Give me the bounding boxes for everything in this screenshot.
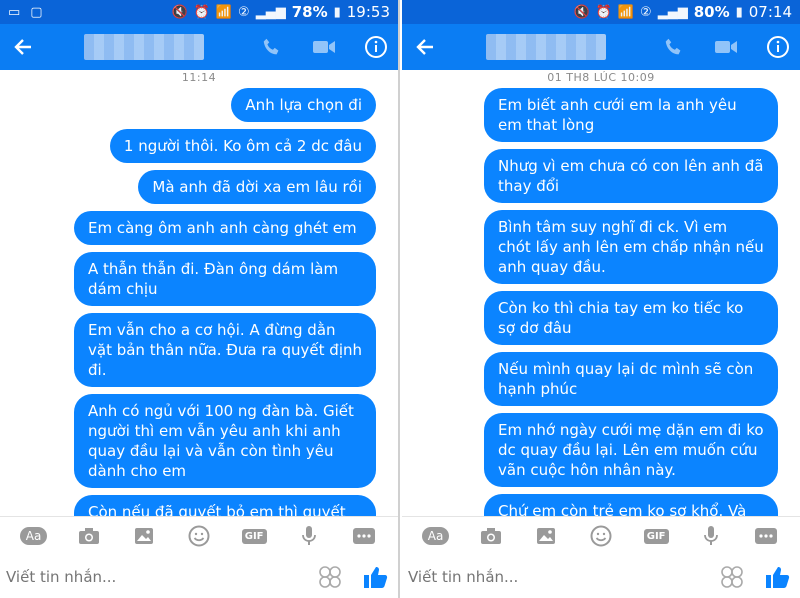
image-icon[interactable] [129,523,159,549]
composer-toolbar: Aa GIF [402,517,800,555]
message-bubble[interactable]: Em nhớ ngày cưới mẹ dặn em đi ko dc quay… [484,413,778,487]
alarm-icon: ⏰ [595,4,612,20]
smiley-icon[interactable] [184,523,214,549]
sim2-icon: ② [640,4,652,20]
message-bubble[interactable]: Anh có ngủ với 100 ng đàn bà. Giết người… [74,394,376,488]
camera-icon[interactable] [476,523,506,549]
emoji-icon[interactable] [718,563,746,591]
message-bubble[interactable]: Nhưg vì em chưa có con lên anh đã thay đ… [484,149,778,203]
mic-icon[interactable] [294,523,324,549]
composer: Aa GIF [402,516,800,598]
battery-icon: ▮ [333,4,341,20]
contact-name-blurred [84,34,204,60]
signal-icon: ▂▄▆ [255,4,286,20]
date-separator: 01 TH8 LÚC 10:09 [547,71,655,84]
message-bubble[interactable]: Em biết anh cưới em la anh yêu em that l… [484,88,778,142]
wifi-icon: 📶 [617,4,635,20]
conversation-header [402,24,800,70]
clock: 07:14 [748,3,792,21]
message-bubble[interactable]: Bình tâm suy nghĩ đi ck. Vì em chót lấy … [484,210,778,284]
date-separator: 11:14 [181,71,217,84]
status-bar: 🔇 ⏰ 📶 ② ▂▄▆ 80% ▮ 07:14 [402,0,800,24]
info-icon[interactable] [364,35,388,59]
gif-button[interactable]: GIF [641,523,671,549]
contact-name-blurred [486,34,606,60]
thumbs-up-icon[interactable] [762,562,792,592]
mute-icon: 🔇 [171,4,188,20]
left-screenshot: ▭ ▢ 🔇 ⏰ 📶 ② ▂▄▆ 78% ▮ 19:53 11:14 Anh lự… [0,0,400,598]
composer: Aa GIF [0,516,398,598]
text-style-button[interactable]: Aa [421,523,451,549]
message-list[interactable]: 01 TH8 LÚC 10:09 Em biết anh cưới em la … [402,70,800,516]
mic-icon[interactable] [696,523,726,549]
gif-button[interactable]: GIF [239,523,269,549]
battery-percent: 80% [693,3,730,21]
message-input[interactable] [408,568,718,586]
status-bar: ▭ ▢ 🔇 ⏰ 📶 ② ▂▄▆ 78% ▮ 19:53 [0,0,398,24]
message-bubble[interactable]: Anh lựa chọn đi [231,88,376,122]
message-bubble[interactable]: Còn nếu đã quyết bỏ em thì quyết nhanh c… [74,495,376,516]
alarm-icon: ⏰ [193,4,210,20]
gif-label: GIF [643,528,669,544]
info-icon[interactable] [766,35,790,59]
right-screenshot: 🔇 ⏰ 📶 ② ▂▄▆ 80% ▮ 07:14 01 TH8 LÚC 10:09… [402,0,800,598]
thumbs-up-icon[interactable] [360,562,390,592]
mute-icon: 🔇 [573,4,590,20]
sim-icon: ▭ [8,4,21,20]
aa-label: Aa [421,527,450,545]
conversation-header [0,24,398,70]
clock: 19:53 [346,3,390,21]
message-bubble[interactable]: Em càng ôm anh anh càng ghét em [74,211,376,245]
emoji-icon[interactable] [316,563,344,591]
video-icon[interactable] [312,35,336,59]
message-bubble[interactable]: Em vẫn cho a cơ hội. A đừng dằn vặt bản … [74,313,376,387]
message-list[interactable]: 11:14 Anh lựa chọn đi 1 người thôi. Ko ô… [0,70,398,516]
battery-percent: 78% [291,3,328,21]
phone-icon[interactable] [260,35,284,59]
smiley-icon[interactable] [586,523,616,549]
gif-label: GIF [241,528,267,544]
wifi-icon: 📶 [215,4,233,20]
sim2-icon: ② [238,4,250,20]
signal-icon: ▂▄▆ [657,4,688,20]
composer-toolbar: Aa GIF [0,517,398,555]
more-icon[interactable] [751,523,781,549]
message-bubble[interactable]: 1 người thôi. Ko ôm cả 2 dc đâu [109,129,376,163]
video-icon[interactable] [714,35,738,59]
phone-icon[interactable] [662,35,686,59]
image-icon[interactable] [531,523,561,549]
back-arrow-icon[interactable] [412,34,438,60]
message-input[interactable] [6,568,316,586]
message-bubble[interactable]: Còn ko thì chia tay em ko tiếc ko sợ dơ … [484,291,778,345]
back-arrow-icon[interactable] [10,34,36,60]
battery-icon: ▮ [735,4,743,20]
message-bubble[interactable]: Mà anh đã dời xa em lâu rồi [138,170,376,204]
camera-icon[interactable] [74,523,104,549]
more-icon[interactable] [349,523,379,549]
message-bubble[interactable]: Nếu mình quay lại dc mình sẽ còn hạnh ph… [484,352,778,406]
message-bubble[interactable]: Chứ em còn trẻ em ko sợ khổ. Và em sẽ ko… [484,494,778,516]
storage-icon: ▢ [30,4,43,20]
text-style-button[interactable]: Aa [19,523,49,549]
message-bubble[interactable]: A thẫn thẫn đi. Đàn ông dám làm dám chịu [74,252,376,306]
aa-label: Aa [19,527,48,545]
